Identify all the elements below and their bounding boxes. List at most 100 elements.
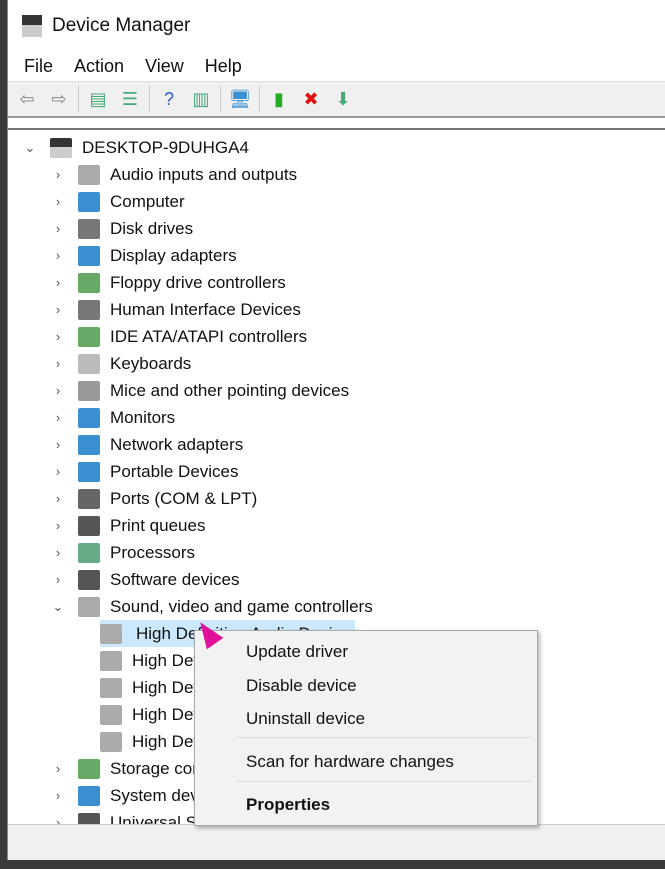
toolbar-separator <box>259 86 260 112</box>
device-icon <box>50 137 72 158</box>
chevron-right-icon[interactable]: › <box>50 221 66 236</box>
chevron-right-icon[interactable]: › <box>50 815 66 824</box>
menu-item-properties[interactable]: Properties <box>246 795 330 815</box>
tree-item-label: IDE ATA/ATAPI controllers <box>110 326 308 346</box>
toolbar-separator <box>220 86 221 112</box>
tree-category[interactable]: › IDE ATA/ATAPI controllers <box>50 323 307 350</box>
tree-category[interactable]: › Processors <box>50 539 195 566</box>
menu-file[interactable]: File <box>16 56 66 77</box>
tree-category[interactable]: › Mice and other pointing devices <box>50 377 349 404</box>
tree-item-label: Keyboards <box>110 353 192 373</box>
device-icon <box>78 299 100 320</box>
chevron-right-icon[interactable]: › <box>50 788 66 803</box>
device-icon <box>78 272 100 293</box>
tree-category[interactable]: › Human Interface Devices <box>50 296 301 323</box>
tree-item-label: Monitors <box>110 407 176 427</box>
menu-item-update-driver[interactable]: Update driver <box>246 642 348 662</box>
tree-category[interactable]: › Audio inputs and outputs <box>50 161 297 188</box>
device-icon <box>78 758 100 779</box>
tree-category[interactable]: ⌄ Sound, video and game controllers <box>50 593 373 620</box>
device-icon <box>78 164 100 185</box>
chevron-right-icon[interactable]: › <box>50 167 66 182</box>
chevron-right-icon[interactable]: › <box>50 383 66 398</box>
chevron-right-icon[interactable]: › <box>50 761 66 776</box>
show-hide-console-tree-icon[interactable]: ▤ <box>85 86 111 112</box>
chevron-right-icon[interactable]: › <box>50 545 66 560</box>
tree-category[interactable]: › Keyboards <box>50 350 191 377</box>
device-icon <box>78 407 100 428</box>
chevron-right-icon[interactable]: › <box>50 464 66 479</box>
back-arrow-icon[interactable]: ⇦ <box>14 86 40 112</box>
tree-root[interactable]: ⌄ DESKTOP-9DUHGA4 <box>22 134 249 161</box>
tree-category[interactable]: › Software devices <box>50 566 239 593</box>
toolbar-separator <box>149 86 150 112</box>
menu-action[interactable]: Action <box>66 56 137 77</box>
chevron-right-icon[interactable]: › <box>50 491 66 506</box>
device-icon <box>78 461 100 482</box>
menu-separator <box>237 781 531 782</box>
show-action-pane-icon[interactable]: ▥ <box>188 86 214 112</box>
chevron-right-icon[interactable]: › <box>50 437 66 452</box>
menu-help[interactable]: Help <box>197 56 255 77</box>
chevron-right-icon[interactable]: › <box>50 518 66 533</box>
device-icon <box>78 434 100 455</box>
toolbar-separator <box>78 86 79 112</box>
tree-category[interactable]: › Computer <box>50 188 185 215</box>
device-icon <box>78 353 100 374</box>
uninstall-icon[interactable]: ✖ <box>298 86 324 112</box>
tree-category[interactable]: › Display adapters <box>50 242 237 269</box>
device-icon <box>100 677 122 698</box>
menu-view[interactable]: View <box>137 56 197 77</box>
device-icon <box>78 191 100 212</box>
menu-item-scan-hardware[interactable]: Scan for hardware changes <box>246 752 454 772</box>
help-icon[interactable]: ? <box>156 86 182 112</box>
chevron-right-icon[interactable]: › <box>50 329 66 344</box>
chevron-down-icon[interactable]: ⌄ <box>22 140 38 156</box>
tree-category[interactable]: › Monitors <box>50 404 175 431</box>
tree-item-label: Floppy drive controllers <box>110 272 286 292</box>
tree-item-label: Sound, video and game controllers <box>110 596 373 616</box>
menu-separator <box>237 737 531 738</box>
device-icon <box>100 650 122 671</box>
menu-item-uninstall-device[interactable]: Uninstall device <box>246 709 365 729</box>
device-icon <box>78 596 100 617</box>
tree-category[interactable]: › Portable Devices <box>50 458 239 485</box>
chevron-right-icon[interactable]: › <box>50 302 66 317</box>
update-driver-icon[interactable]: ▮ <box>266 86 292 112</box>
device-icon <box>78 326 100 347</box>
scan-hardware-icon[interactable]: 🖥 <box>227 86 253 112</box>
tree-category[interactable]: › Disk drives <box>50 215 193 242</box>
tree-item-label: Mice and other pointing devices <box>110 380 350 400</box>
window-title: Device Manager <box>52 15 191 36</box>
device-icon <box>78 218 100 239</box>
menu-item-disable-device[interactable]: Disable device <box>246 676 357 696</box>
tree-category[interactable]: › Print queues <box>50 512 205 539</box>
tree-item-label: DESKTOP-9DUHGA4 <box>82 137 249 157</box>
device-icon <box>78 245 100 266</box>
chevron-down-icon[interactable]: ⌄ <box>50 599 66 615</box>
chevron-right-icon[interactable]: › <box>50 248 66 263</box>
device-icon <box>78 380 100 401</box>
properties-icon[interactable]: ☰ <box>117 86 143 112</box>
device-icon <box>100 731 122 752</box>
chevron-right-icon[interactable]: › <box>50 194 66 209</box>
device-icon <box>78 542 100 563</box>
chevron-right-icon[interactable]: › <box>50 275 66 290</box>
chevron-right-icon[interactable]: › <box>50 356 66 371</box>
tree-category[interactable]: › Network adapters <box>50 431 243 458</box>
chevron-right-icon[interactable]: › <box>50 410 66 425</box>
device-icon <box>78 812 100 824</box>
forward-arrow-icon[interactable]: ⇨ <box>46 86 72 112</box>
download-icon[interactable]: ⬇ <box>330 86 356 112</box>
status-bar <box>8 824 665 860</box>
chevron-right-icon[interactable]: › <box>50 572 66 587</box>
tree-item-label: Display adapters <box>110 245 237 265</box>
tree-category[interactable]: › Ports (COM & LPT) <box>50 485 257 512</box>
tree-item-label: Network adapters <box>110 434 244 454</box>
tree-item-label: Ports (COM & LPT) <box>110 488 258 508</box>
menu-bar: File Action View Help <box>8 52 665 82</box>
tree-category[interactable]: › Floppy drive controllers <box>50 269 286 296</box>
tree-item-label: Portable Devices <box>110 461 239 481</box>
tree-item-label: Human Interface Devices <box>110 299 301 319</box>
device-icon <box>78 569 100 590</box>
